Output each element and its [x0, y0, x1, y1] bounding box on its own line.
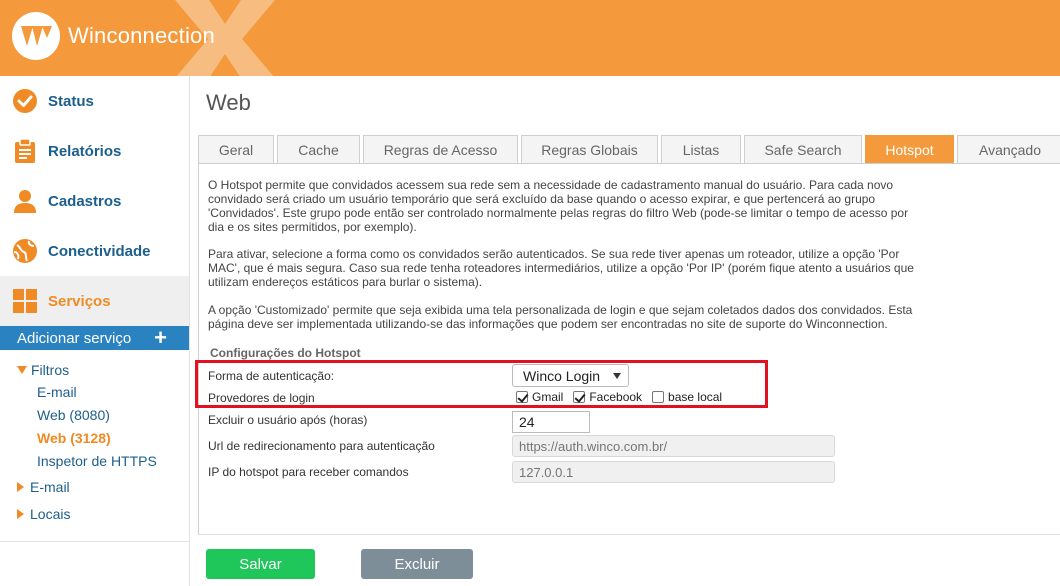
redirect-url-label: Url de redirecionamento para autenticaçã…	[208, 439, 435, 453]
sidebar: Status Relatórios Cadastros Conectividad…	[0, 76, 190, 586]
tab-hotspot[interactable]: Hotspot	[865, 135, 954, 163]
highlight-box	[195, 360, 768, 408]
tree-node-label: E-mail	[30, 478, 70, 495]
tab-cache[interactable]: Cache	[277, 135, 360, 163]
description-paragraph-1: O Hotspot permite que convidados acessem…	[208, 178, 909, 234]
brand-logo[interactable]: Winconnection	[12, 12, 215, 60]
tree-node-label: Filtros	[31, 361, 70, 378]
sidebar-item-cadastros[interactable]: Cadastros	[0, 176, 189, 226]
tree-leaf-web-3128[interactable]: Web (3128)	[0, 427, 189, 450]
description-paragraph-3: A opção 'Customizado' permite que seja e…	[208, 303, 913, 331]
tree-node-label: Locais	[30, 505, 71, 522]
sidebar-item-servicos[interactable]: Serviços	[0, 276, 189, 326]
tree-leaf-web-8080[interactable]: Web (8080)	[0, 404, 189, 427]
grid-icon	[12, 288, 38, 314]
brand-name: Winconnection	[68, 23, 215, 48]
check-circle-icon	[12, 88, 38, 114]
tab-avancado[interactable]: Avançado	[957, 135, 1060, 163]
sidebar-item-label: Serviços	[48, 292, 111, 310]
expire-hours-input[interactable]	[512, 411, 590, 433]
user-icon	[12, 188, 38, 214]
tab-bar: Geral Cache Regras de Acesso Regras Glob…	[198, 135, 1060, 163]
sidebar-item-label: Cadastros	[48, 192, 122, 210]
section-title: Configurações do Hotspot	[210, 346, 361, 360]
hotspot-ip-label: IP do hotspot para receber comandos	[208, 465, 409, 479]
add-service-label: Adicionar serviço	[17, 329, 132, 347]
redirect-url-input[interactable]	[512, 435, 835, 457]
caret-right-icon	[17, 481, 24, 492]
sidebar-divider	[0, 541, 189, 542]
expire-hours-label: Excluir o usuário após (horas)	[208, 413, 368, 427]
tab-regras-de-acesso[interactable]: Regras de Acesso	[363, 135, 518, 163]
tree-leaf-inspetor-https[interactable]: Inspetor de HTTPS	[0, 450, 189, 473]
tab-safe-search[interactable]: Safe Search	[744, 135, 862, 163]
tree-node-locais[interactable]: Locais	[0, 502, 189, 525]
sidebar-item-label: Conectividade	[48, 242, 151, 260]
add-service-button[interactable]: Adicionar serviço +	[0, 326, 189, 350]
app-header: Winconnection	[0, 0, 1060, 76]
save-button[interactable]: Salvar	[206, 549, 315, 579]
sidebar-item-relatorios[interactable]: Relatórios	[0, 126, 189, 176]
globe-icon	[12, 238, 38, 264]
tab-listas[interactable]: Listas	[661, 135, 741, 163]
page-title: Web	[206, 90, 251, 115]
tab-regras-globais[interactable]: Regras Globais	[521, 135, 658, 163]
winconnection-logo-icon	[12, 12, 60, 60]
caret-down-icon	[17, 365, 27, 374]
tab-geral[interactable]: Geral	[198, 135, 274, 163]
tree-node-filtros[interactable]: Filtros	[0, 358, 189, 381]
clipboard-icon	[12, 138, 38, 164]
services-tree: Filtros E-mail Web (8080) Web (3128) Ins…	[0, 350, 189, 525]
sidebar-item-label: Status	[48, 92, 94, 110]
tree-leaf-email[interactable]: E-mail	[0, 381, 189, 404]
hotspot-ip-input[interactable]	[512, 461, 835, 483]
sidebar-item-label: Relatórios	[48, 142, 122, 160]
sidebar-item-conectividade[interactable]: Conectividade	[0, 226, 189, 276]
tree-node-email[interactable]: E-mail	[0, 475, 189, 498]
delete-button[interactable]: Excluir	[361, 549, 473, 579]
plus-icon: +	[154, 325, 167, 350]
caret-right-icon	[17, 508, 24, 519]
description-paragraph-2: Para ativar, selecione a forma como os c…	[208, 247, 914, 289]
sidebar-item-status[interactable]: Status	[0, 76, 189, 126]
